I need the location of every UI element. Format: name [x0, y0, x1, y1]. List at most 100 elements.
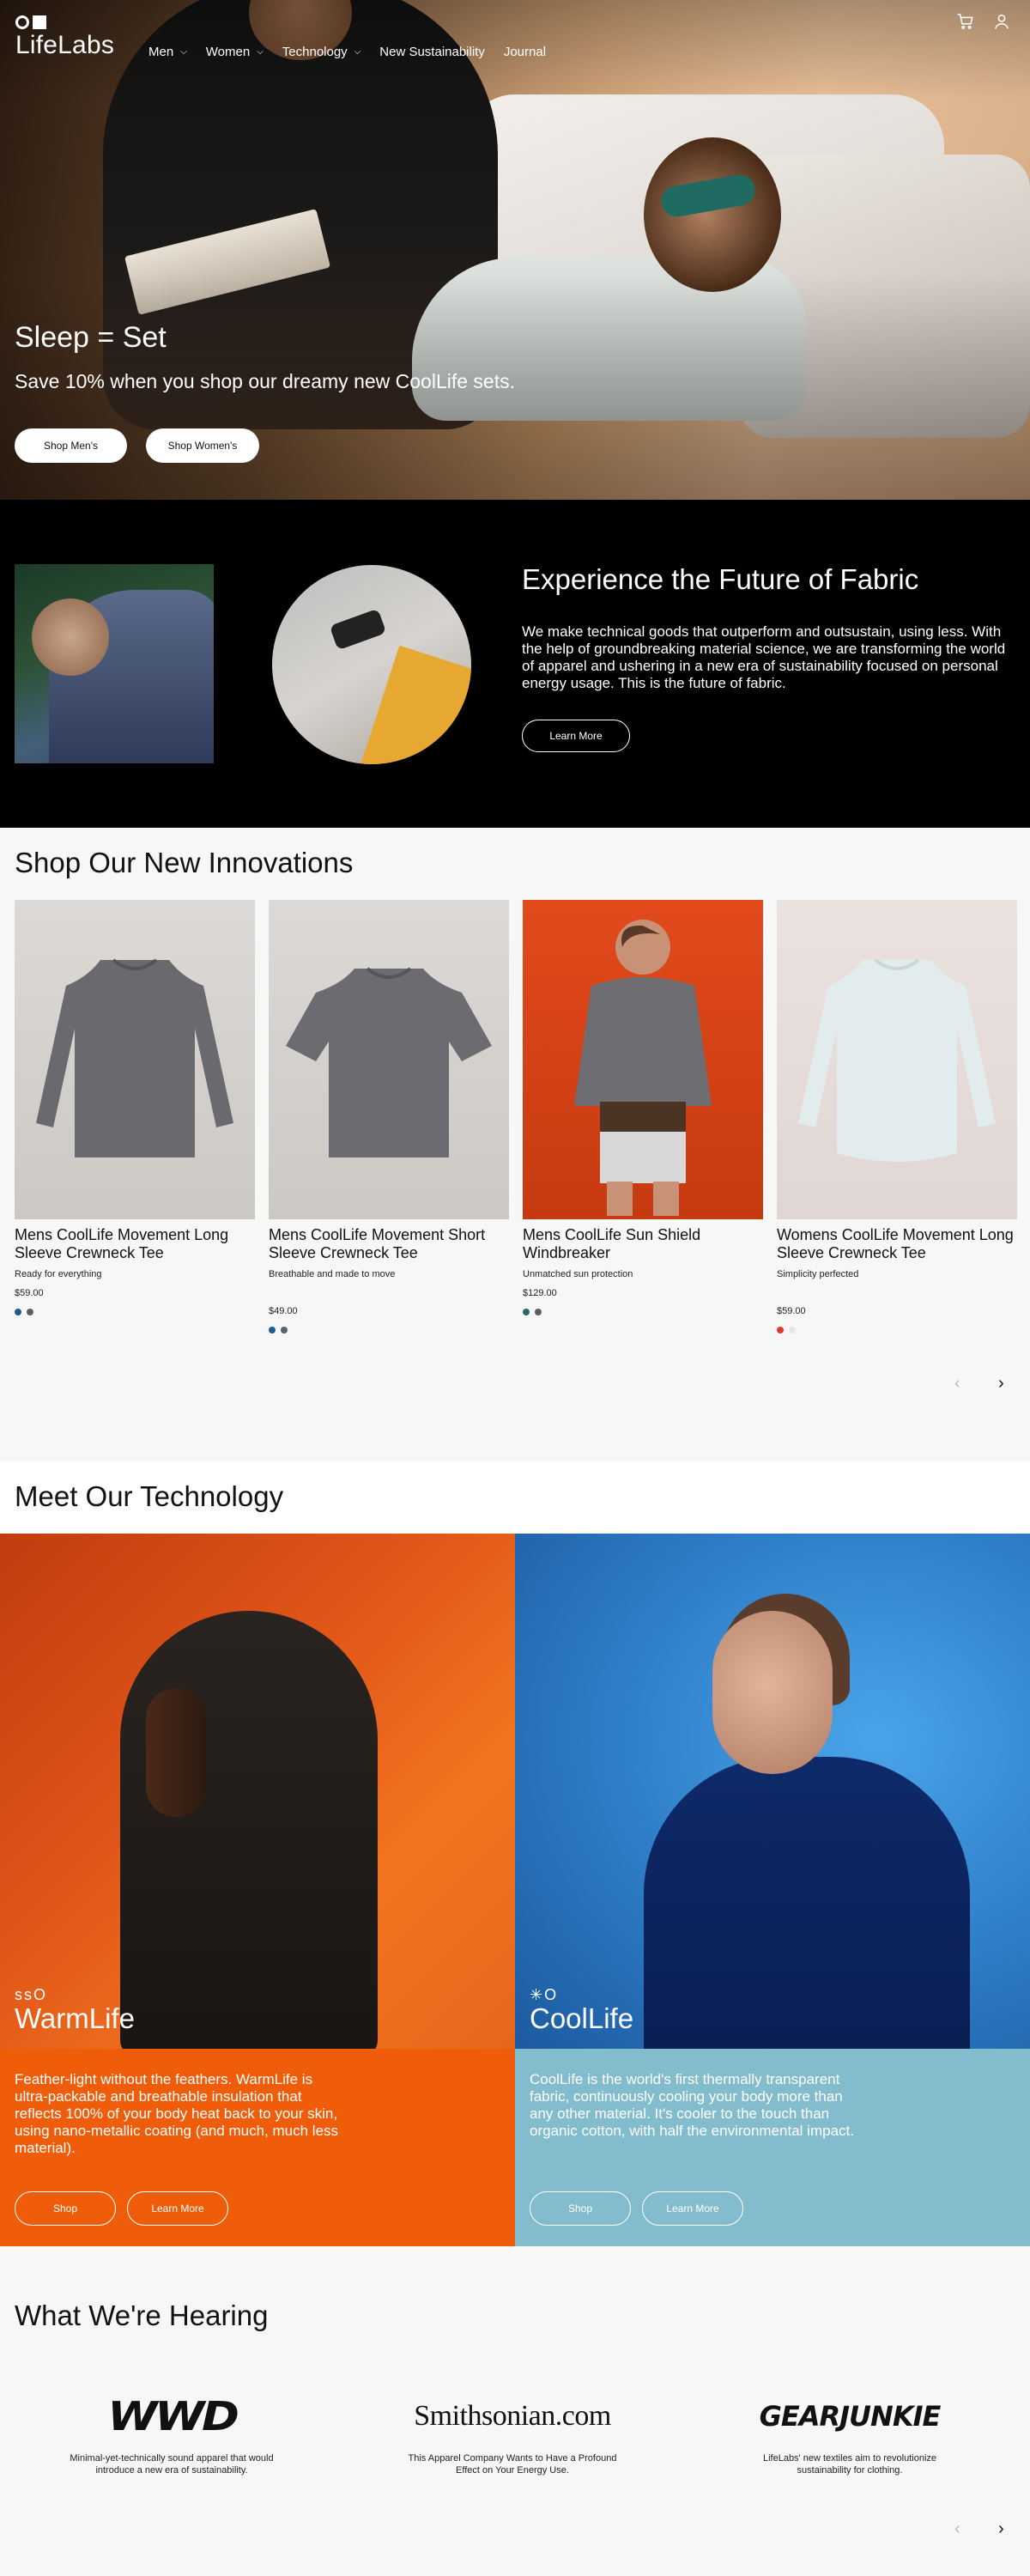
color-swatch[interactable]: [281, 1327, 288, 1334]
color-swatch[interactable]: [535, 1309, 542, 1315]
press-logo-gearjunkie[interactable]: GEARJUNKIE: [760, 2400, 942, 2433]
nav-new-sustainability[interactable]: New Sustainability: [379, 45, 485, 59]
hero-title: Sleep = Set: [15, 321, 167, 354]
nav-new-sustainability-label: New Sustainability: [379, 45, 485, 59]
warmlife-shop-button[interactable]: Shop: [15, 2191, 116, 2226]
press-item: WWD Minimal-yet-technically sound appare…: [60, 2392, 283, 2476]
product-card[interactable]: Womens CoolLife Movement Long Sleeve Cre…: [777, 900, 1017, 1334]
color-swatches: [269, 1327, 509, 1334]
product-card[interactable]: Mens CoolLife Movement Long Sleeve Crewn…: [15, 900, 255, 1315]
product-image[interactable]: [523, 900, 763, 1219]
brand-logo[interactable]: LifeLabs: [15, 15, 114, 60]
warmlife-info: Feather-light without the feathers. Warm…: [0, 2049, 515, 2246]
warmlife-panel: ssO WarmLife Feather-light without the f…: [0, 1534, 515, 2246]
product-price: $49.00: [269, 1306, 298, 1316]
product-card[interactable]: Mens CoolLife Sun Shield Windbreaker Unm…: [523, 900, 763, 1315]
technology-title: Meet Our Technology: [15, 1480, 284, 1512]
color-swatch[interactable]: [15, 1309, 21, 1315]
shop-mens-button[interactable]: Shop Men's: [15, 428, 127, 463]
account-icon[interactable]: [992, 12, 1011, 31]
fabric-learn-more-button[interactable]: Learn More: [522, 720, 630, 752]
product-image[interactable]: [269, 900, 509, 1219]
product-tagline: Breathable and made to move: [269, 1269, 396, 1279]
product-tagline: Unmatched sun protection: [523, 1269, 633, 1279]
press-item: Smithsonian.com This Apparel Company Wan…: [401, 2392, 624, 2476]
product-image[interactable]: [15, 900, 255, 1219]
nav-technology-label: Technology: [282, 45, 348, 59]
press-item: GEARJUNKIE LifeLabs' new textiles aim to…: [738, 2392, 961, 2476]
product-image[interactable]: [777, 900, 1017, 1219]
nav-journal[interactable]: Journal: [504, 45, 546, 59]
color-swatches: [15, 1309, 255, 1315]
carousel-prev-icon[interactable]: ‹: [954, 1374, 960, 1394]
warmlife-learn-more-button[interactable]: Learn More: [127, 2191, 228, 2226]
chevron-down-icon: ⌵: [180, 47, 187, 57]
coollife-info: CoolLife is the world's first thermally …: [515, 2049, 1030, 2246]
color-swatch[interactable]: [789, 1327, 796, 1334]
product-tagline: Simplicity perfected: [777, 1269, 859, 1279]
press-quote: This Apparel Company Wants to Have a Pro…: [408, 2453, 617, 2476]
coollife-panel: ✳O CoolLife CoolLife is the world's firs…: [515, 1534, 1030, 2246]
press-title: What We're Hearing: [15, 2300, 269, 2331]
fabric-title: Experience the Future of Fabric: [522, 563, 919, 595]
coollife-description: CoolLife is the world's first thermally …: [530, 2071, 854, 2139]
press-quote: LifeLabs' new textiles aim to revolution…: [762, 2453, 937, 2476]
product-name[interactable]: Womens CoolLife Movement Long Sleeve Cre…: [777, 1226, 1017, 1262]
press-section: What We're Hearing WWD Minimal-yet-techn…: [0, 2246, 1030, 2576]
nav-men[interactable]: Men ⌵: [148, 45, 187, 59]
nav-technology[interactable]: Technology ⌵: [282, 45, 360, 59]
fabric-section: Experience the Future of Fabric We make …: [0, 500, 1030, 828]
warmlife-name: WarmLife: [15, 2002, 135, 2034]
fabric-lab-image: [272, 565, 471, 764]
fabric-body: We make technical goods that outperform …: [522, 623, 1006, 691]
press-next-icon[interactable]: ›: [998, 2519, 1004, 2539]
main-nav: Men ⌵ Women ⌵ Technology ⌵ New Sustainabili…: [148, 45, 546, 59]
color-swatch[interactable]: [269, 1327, 276, 1334]
color-swatch[interactable]: [777, 1327, 784, 1334]
header-icons: [956, 12, 1011, 31]
product-price: $59.00: [15, 1288, 44, 1298]
warmlife-description: Feather-light without the feathers. Warm…: [15, 2071, 339, 2156]
logo-mark-icon: [15, 15, 114, 29]
press-quote: Minimal-yet-technically sound apparel th…: [70, 2453, 274, 2476]
chevron-down-icon: ⌵: [354, 47, 361, 57]
innovations-title: Shop Our New Innovations: [15, 847, 354, 878]
press-logo-wwd[interactable]: WWD: [107, 2393, 239, 2439]
fabric-rain-jacket-image: [15, 564, 214, 763]
nav-women-label: Women: [205, 45, 251, 59]
color-swatches: [523, 1309, 763, 1315]
color-swatch[interactable]: [523, 1309, 530, 1315]
warmlife-mark-icon: ssO: [15, 1986, 48, 2003]
coollife-logo: ✳O CoolLife: [530, 1986, 633, 2033]
nav-men-label: Men: [148, 45, 174, 59]
coollife-mark-icon: ✳O: [530, 1986, 559, 2003]
warmlife-logo: ssO WarmLife: [15, 1986, 135, 2033]
coollife-learn-more-button[interactable]: Learn More: [642, 2191, 743, 2226]
hero-overlay: [0, 0, 1030, 500]
coollife-shop-button[interactable]: Shop: [530, 2191, 631, 2226]
chevron-down-icon: ⌵: [257, 47, 264, 57]
product-tagline: Ready for everything: [15, 1269, 102, 1279]
product-card[interactable]: Mens CoolLife Movement Short Sleeve Crew…: [269, 900, 509, 1334]
product-name[interactable]: Mens CoolLife Sun Shield Windbreaker: [523, 1226, 763, 1262]
coollife-image: [515, 1534, 1030, 2066]
cart-icon[interactable]: [956, 12, 975, 31]
product-name[interactable]: Mens CoolLife Movement Short Sleeve Crew…: [269, 1226, 509, 1262]
technology-header: Meet Our Technology: [0, 1461, 1030, 1534]
press-logo-smithsonian[interactable]: Smithsonian.com: [414, 2400, 611, 2433]
color-swatch[interactable]: [27, 1309, 33, 1315]
brand-name: LifeLabs: [15, 31, 115, 59]
press-prev-icon[interactable]: ‹: [954, 2519, 960, 2539]
hero-banner: LifeLabs Men ⌵ Women ⌵ Technology ⌵ New Sus…: [0, 0, 1030, 500]
nav-women[interactable]: Women ⌵: [206, 45, 264, 59]
shop-womens-button[interactable]: Shop Women's: [146, 428, 259, 463]
hero-subtitle: Save 10% when you shop our dreamy new Co…: [15, 370, 515, 392]
carousel-next-icon[interactable]: ›: [998, 1374, 1004, 1394]
color-swatches: [777, 1327, 1017, 1334]
product-name[interactable]: Mens CoolLife Movement Long Sleeve Crewn…: [15, 1226, 255, 1262]
coollife-name: CoolLife: [530, 2002, 634, 2034]
product-price: $129.00: [523, 1288, 557, 1298]
warmlife-image: [0, 1534, 515, 2057]
innovations-section: Shop Our New Innovations Mens CoolLife M…: [0, 828, 1030, 1461]
nav-journal-label: Journal: [503, 45, 547, 59]
